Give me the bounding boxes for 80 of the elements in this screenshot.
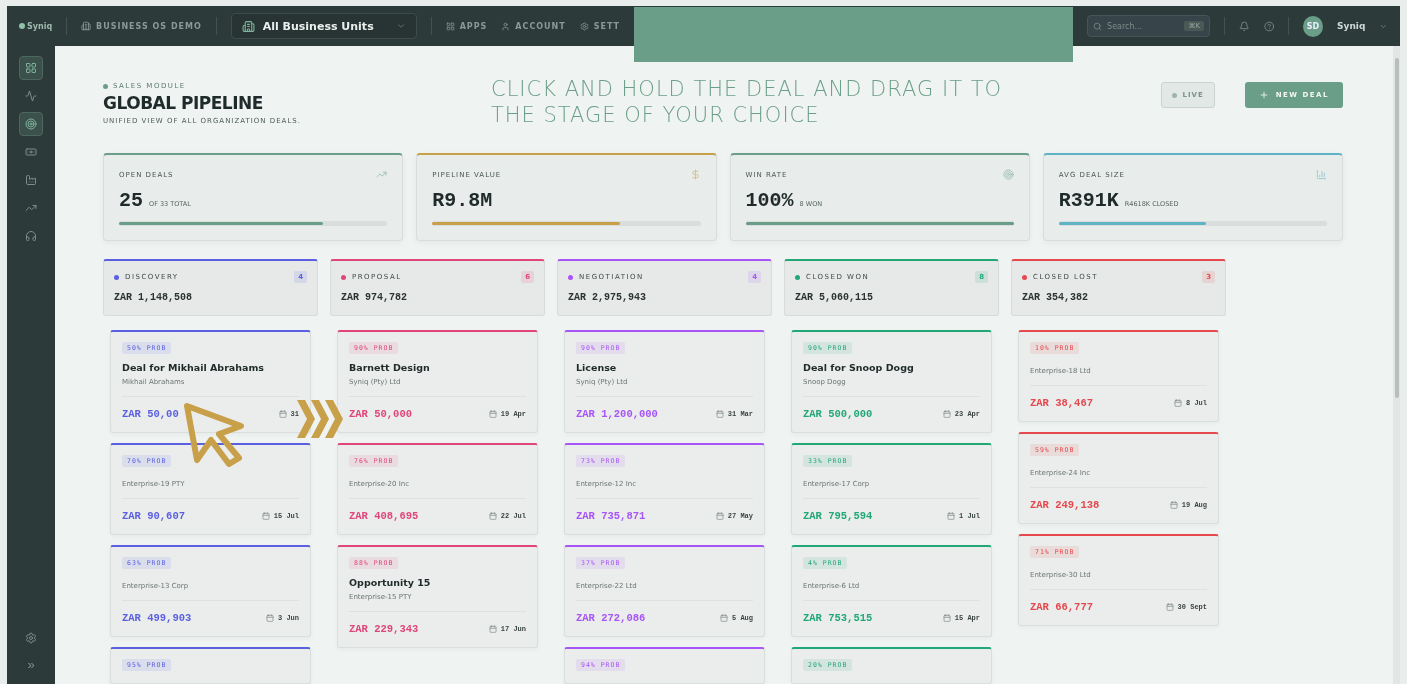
deal-amount: ZAR 735,871 <box>576 510 646 522</box>
user-icon <box>501 21 511 31</box>
nav-link[interactable]: SETT <box>579 21 621 31</box>
deal-title: Barnett Design <box>349 362 431 373</box>
tutorial-caption: CLICK AND HOLD THE DEAL AND DRAG IT TO THE STAGE OF YOUR CHOICE <box>490 76 1003 128</box>
deal-title: Opportunity 15 <box>349 577 432 588</box>
page-title: GLOBAL PIPELINE <box>103 93 264 113</box>
dollar-icon <box>689 169 701 180</box>
search-icon <box>1093 21 1103 31</box>
bar-chart-icon <box>1316 169 1327 180</box>
calendar-icon <box>720 614 728 622</box>
deal-amount: ZAR 50,000 <box>349 408 412 420</box>
stat-value: R391K <box>1058 189 1119 212</box>
user-name[interactable]: Syniq <box>1337 21 1366 31</box>
sidebar-item[interactable] <box>19 112 43 136</box>
deal-amount: ZAR 795,594 <box>803 510 873 522</box>
nav-link[interactable]: APPS <box>445 21 488 31</box>
target-icon <box>25 118 37 130</box>
deal-amount: ZAR 408,695 <box>349 510 419 522</box>
deal-title: Deal for Snoop Dogg <box>803 362 915 373</box>
deal-amount: ZAR 499,903 <box>122 612 192 624</box>
calendar-icon <box>1169 501 1178 509</box>
deal-amount: ZAR 753,515 <box>803 612 873 624</box>
trend-up-icon <box>376 169 388 180</box>
pulse-icon <box>25 90 37 102</box>
deal-amount: ZAR 38,467 <box>1030 397 1093 409</box>
building-icon <box>241 19 255 33</box>
deal-amount: ZAR 272,086 <box>576 612 646 624</box>
logo[interactable]: Syniq <box>19 21 53 31</box>
sidebar-item[interactable] <box>19 56 43 80</box>
stat-value: 25 <box>119 189 143 212</box>
stat-value: R9.8M <box>432 189 493 212</box>
calendar-icon <box>942 410 951 418</box>
stage-total: ZAR 354,382 <box>1022 292 1089 303</box>
plus-icon <box>1258 90 1269 100</box>
calendar-icon <box>1174 399 1182 407</box>
calendar-icon <box>488 512 497 520</box>
deal-title: Deal for Mikhail Abrahams <box>122 362 265 373</box>
grid-icon <box>25 62 37 74</box>
banknote-icon <box>25 146 37 158</box>
stage-total: ZAR 5,060,115 <box>795 292 874 303</box>
deal-amount: ZAR 229,343 <box>349 623 419 635</box>
deal-amount: ZAR 66,777 <box>1030 601 1093 613</box>
stat-value: 100% <box>745 189 794 212</box>
calendar-icon <box>715 512 724 520</box>
building-icon <box>81 21 92 31</box>
calendar-icon <box>942 614 951 622</box>
calendar-icon <box>266 614 274 622</box>
deal-amount: ZAR 249,138 <box>1030 499 1100 511</box>
calendar-icon <box>488 410 497 418</box>
deal-title: License <box>576 362 618 373</box>
deal-amount: ZAR 500,000 <box>803 408 873 420</box>
stage-total: ZAR 1,148,508 <box>114 292 193 303</box>
chevron-down-icon <box>395 21 406 31</box>
gear-icon <box>25 632 37 644</box>
calendar-icon <box>947 512 955 520</box>
deal-amount: ZAR 1,200,000 <box>576 408 658 420</box>
deal-amount: ZAR 90,607 <box>122 510 185 522</box>
workspace-label: BUSINESS OS DEMO <box>81 21 202 31</box>
calendar-icon <box>278 410 287 418</box>
headphones-icon <box>25 230 37 242</box>
deal-amount: ZAR 50,00 <box>122 408 179 420</box>
bell-icon[interactable] <box>1239 20 1250 32</box>
logo-icon <box>19 23 25 29</box>
calendar-icon <box>715 410 724 418</box>
stage-total: ZAR 2,975,943 <box>568 292 647 303</box>
stage-total: ZAR 974,782 <box>341 292 408 303</box>
gear-icon <box>579 21 589 31</box>
grid-icon <box>445 21 455 31</box>
target-icon <box>1002 169 1014 180</box>
cursor-arrow-icon <box>183 402 247 468</box>
trend-up-icon <box>25 202 37 214</box>
business-unit-dropdown[interactable]: All Business Units <box>230 13 417 39</box>
nav-link[interactable]: ACCOUNT <box>501 21 566 31</box>
calendar-icon <box>261 512 270 520</box>
help-icon[interactable] <box>1263 20 1275 32</box>
scrollbar[interactable] <box>1393 46 1400 684</box>
calendar-icon <box>488 625 497 633</box>
calendar-icon <box>1165 603 1174 611</box>
factory-icon <box>25 174 37 186</box>
